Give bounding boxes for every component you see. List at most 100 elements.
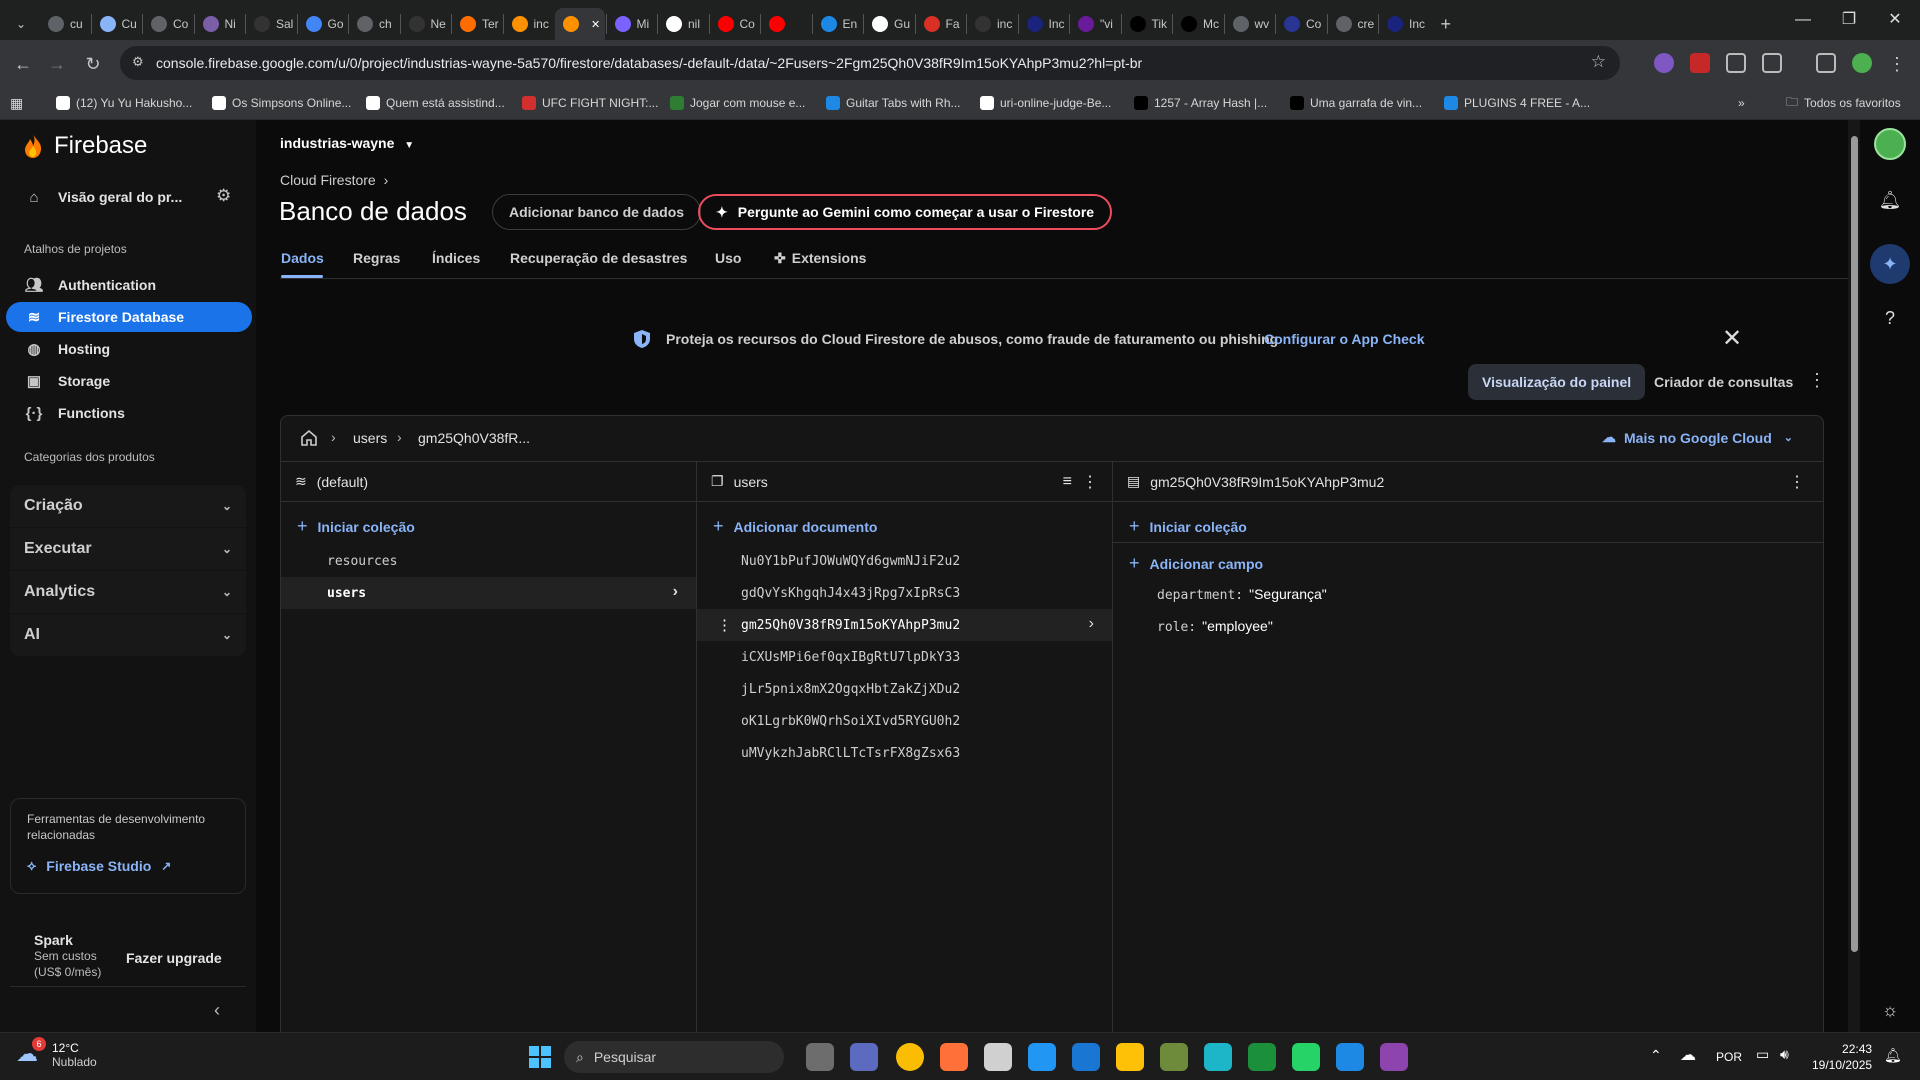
security-icon[interactable]: [1072, 1043, 1100, 1071]
extension-icon[interactable]: [1654, 53, 1674, 73]
new-tab-icon[interactable]: +: [1433, 8, 1460, 40]
browser-tab[interactable]: nil: [658, 8, 708, 40]
browser-tab[interactable]: Inc: [1019, 8, 1069, 40]
all-bookmarks-folder[interactable]: 🗀 Todos os favoritos: [1786, 94, 1901, 112]
address-bar[interactable]: ⚙ console.firebase.google.com/u/0/projec…: [120, 46, 1620, 80]
bookmark-item[interactable]: (12) Yu Yu Hakusho...: [56, 94, 192, 112]
vscode-icon[interactable]: [1336, 1043, 1364, 1071]
tab-extensions[interactable]: ✜ Extensions: [774, 250, 866, 267]
taskbar-search[interactable]: ⌕ Pesquisar: [564, 1041, 784, 1073]
bookmark-item[interactable]: Uma garrafa de vin...: [1290, 94, 1422, 112]
browser-tab[interactable]: Ni: [195, 8, 245, 40]
browser-tab[interactable]: [761, 8, 811, 40]
more-options-icon[interactable]: ⋮: [1082, 472, 1098, 492]
browser-tab[interactable]: Inc: [1379, 8, 1429, 40]
start-collection-button[interactable]: + Iniciar coleção: [297, 516, 415, 537]
query-builder-button[interactable]: Criador de consultas: [1654, 374, 1793, 390]
browser-tab[interactable]: Gu: [864, 8, 914, 40]
site-info-icon[interactable]: ⚙: [132, 54, 144, 70]
sidebar-item-firestore-database[interactable]: ≋ Firestore Database: [6, 302, 252, 332]
browser-menu-icon[interactable]: ⋮: [1884, 51, 1910, 77]
back-icon[interactable]: ←: [10, 51, 36, 77]
extension-shield-icon[interactable]: [1690, 53, 1710, 73]
collection-row[interactable]: users ›: [281, 577, 696, 609]
breadcrumb[interactable]: Cloud Firestore ›: [280, 172, 388, 188]
bookmark-item[interactable]: Os Simpsons Online...: [212, 94, 351, 112]
apps-grid-icon[interactable]: ▦: [10, 94, 23, 112]
tab-regras[interactable]: Regras: [353, 250, 400, 266]
onedrive-cloud-icon[interactable]: ☁: [1680, 1045, 1696, 1065]
browser-tab[interactable]: inc: [504, 8, 554, 40]
browser-tab[interactable]: Mc: [1173, 8, 1223, 40]
extensions-puzzle-icon[interactable]: [1762, 53, 1782, 73]
weather-widget[interactable]: ☁ 6 12°C Nublado: [16, 1037, 97, 1069]
tab-search-icon[interactable]: ⌄: [8, 8, 38, 40]
document-row[interactable]: iCXUsMPi6ef0qxIBgRtU7lpDkY33: [697, 641, 1112, 673]
browser-tab[interactable]: Sal: [246, 8, 296, 40]
add-field-button[interactable]: + Adicionar campo: [1129, 553, 1263, 574]
browser-tab[interactable]: Ne: [401, 8, 451, 40]
bookmark-item[interactable]: Jogar com mouse e...: [670, 94, 805, 112]
minecraft-icon[interactable]: [1160, 1043, 1188, 1071]
document-row[interactable]: gdQvYsKhgqhJ4x43jRpg7xIpRsC3: [697, 577, 1112, 609]
collapse-sidebar-icon[interactable]: ‹: [214, 1000, 220, 1021]
add-document-button[interactable]: + Adicionar documento: [713, 516, 877, 537]
collection-row[interactable]: resources: [281, 545, 696, 577]
document-field[interactable]: role: "employee": [1157, 618, 1273, 635]
browser-tab[interactable]: Go: [298, 8, 348, 40]
whatsapp-icon[interactable]: [1292, 1043, 1320, 1071]
gemini-sparkle-icon[interactable]: ✦: [1870, 244, 1910, 284]
notes-icon[interactable]: [984, 1043, 1012, 1071]
minimize-icon[interactable]: —: [1780, 6, 1826, 34]
bookmark-star-icon[interactable]: ☆: [1591, 52, 1606, 72]
bookmark-item[interactable]: Quem está assistind...: [366, 94, 505, 112]
media-control-icon[interactable]: [1816, 53, 1836, 73]
project-selector[interactable]: industrias-wayne ▼: [280, 135, 414, 151]
sidebar-item-storage[interactable]: ▣ Storage: [6, 366, 252, 396]
path-segment-collection[interactable]: users: [353, 430, 387, 446]
tray-overflow-icon[interactable]: ⌃: [1650, 1047, 1662, 1064]
sidebar-item-hosting[interactable]: ◍ Hosting: [6, 334, 252, 364]
extension-icon[interactable]: [1726, 53, 1746, 73]
close-banner-icon[interactable]: ✕: [1722, 324, 1742, 353]
settings-gear-icon[interactable]: ⚙: [216, 186, 231, 206]
tab-dados[interactable]: Dados: [281, 250, 324, 266]
sidebar-item-functions[interactable]: {·} Functions: [6, 398, 252, 428]
browser-tab[interactable]: En: [813, 8, 863, 40]
dev-tool-icon[interactable]: [1380, 1043, 1408, 1071]
windows-start-icon[interactable]: [526, 1043, 554, 1071]
tab-recupera-o-de-desastres[interactable]: Recuperação de desastres: [510, 250, 687, 266]
browser-tab[interactable]: cre: [1328, 8, 1378, 40]
url-text[interactable]: console.firebase.google.com/u/0/project/…: [156, 55, 1142, 71]
browser-tab[interactable]: ✕: [555, 8, 605, 40]
store-icon[interactable]: [1028, 1043, 1056, 1071]
bookmark-item[interactable]: PLUGINS 4 FREE - A...: [1444, 94, 1590, 112]
meet-icon[interactable]: [850, 1043, 878, 1071]
more-bookmarks-icon[interactable]: »: [1738, 94, 1745, 112]
browser-tab[interactable]: Ter: [452, 8, 502, 40]
sidebar-category[interactable]: Criação ⌄: [10, 485, 246, 527]
gemini-help-button[interactable]: ✦ Pergunte ao Gemini como começar a usar…: [698, 194, 1113, 230]
start-collection-button[interactable]: + Iniciar coleção: [1129, 516, 1247, 537]
browser-tab[interactable]: inc: [967, 8, 1017, 40]
bookmark-item[interactable]: UFC FIGHT NIGHT:...: [522, 94, 658, 112]
scrollbar-thumb[interactable]: [1851, 136, 1858, 952]
path-segment-document[interactable]: gm25Qh0V38fR...: [418, 430, 530, 446]
sidebar-item-authentication[interactable]: 👥︎ Authentication: [6, 270, 252, 300]
browser-tab[interactable]: wv: [1225, 8, 1275, 40]
document-row[interactable]: ⋮ gm25Qh0V38fR9Im15oKYAhpP3mu2 ›: [697, 609, 1112, 641]
home-icon[interactable]: [299, 428, 319, 448]
close-tab-icon[interactable]: ✕: [591, 18, 600, 31]
help-icon[interactable]: ?: [1874, 302, 1906, 334]
edge-icon[interactable]: [1204, 1043, 1232, 1071]
browser-tab[interactable]: Tik: [1122, 8, 1172, 40]
document-row[interactable]: uMVykzhJabRClLTcTsrFX8gZsx63: [697, 737, 1112, 769]
browser-tab[interactable]: "vi: [1070, 8, 1120, 40]
firebase-logo[interactable]: Firebase: [22, 132, 147, 160]
upgrade-button[interactable]: Fazer upgrade: [126, 950, 222, 966]
document-row[interactable]: Nu0Y1bPufJOWuWQYd6gwmNJiF2u2: [697, 545, 1112, 577]
panel-view-button[interactable]: Visualização do painel: [1468, 364, 1646, 400]
game-icon[interactable]: [1248, 1043, 1276, 1071]
bell-icon[interactable]: 🔔︎: [1874, 184, 1906, 216]
volume-icon[interactable]: 🔊︎: [1780, 1046, 1789, 1063]
